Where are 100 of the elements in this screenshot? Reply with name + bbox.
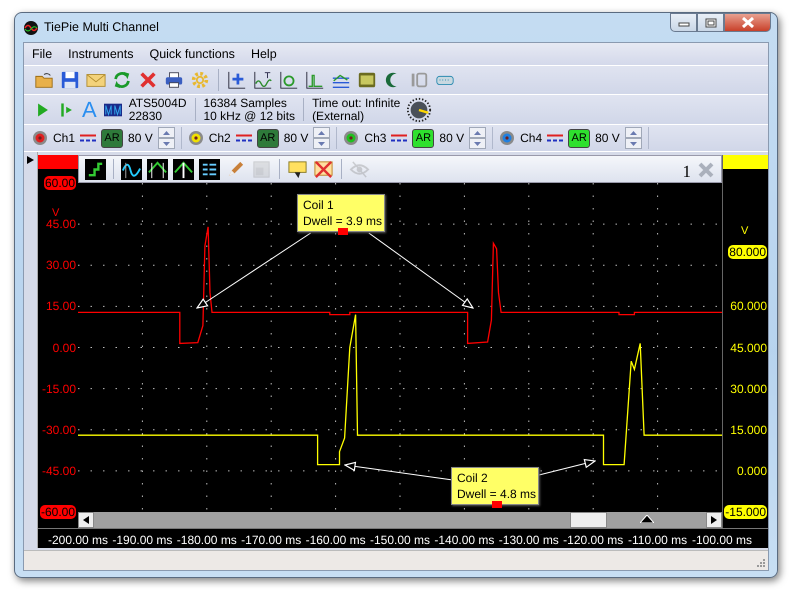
down-caret-icon bbox=[474, 142, 482, 146]
maximize-button[interactable] bbox=[697, 13, 724, 32]
range-value: 80 V bbox=[284, 130, 308, 147]
time-label: -150.00 ms bbox=[370, 532, 430, 549]
peak-icon[interactable] bbox=[173, 158, 194, 180]
printer-icon[interactable] bbox=[164, 70, 184, 90]
up-caret-icon bbox=[630, 130, 637, 134]
axis-unit: V bbox=[52, 206, 60, 220]
axis-label: -15.000 bbox=[724, 505, 767, 519]
spin-down-button[interactable] bbox=[469, 138, 486, 149]
axis-label: -45.00 bbox=[42, 464, 76, 478]
coupling-icon[interactable] bbox=[80, 133, 96, 143]
axis-label: 30.00 bbox=[46, 258, 76, 272]
instrument-name: ATS5004D bbox=[128, 96, 186, 110]
time-label: -180.00 ms bbox=[176, 532, 237, 549]
window-title: TiePie Multi Channel bbox=[44, 19, 159, 36]
axis-label: 15.000 bbox=[730, 422, 767, 437]
range-value: 80 V bbox=[128, 130, 153, 147]
menu-item[interactable]: Help bbox=[242, 44, 285, 64]
up-caret-icon bbox=[162, 130, 170, 134]
scroll-left-button[interactable] bbox=[78, 512, 94, 528]
channel-dot-icon[interactable] bbox=[188, 130, 204, 146]
time-label: -140.00 ms bbox=[434, 532, 494, 549]
callout-title: Coil 2 bbox=[457, 470, 489, 486]
app-logo-icon bbox=[23, 20, 39, 36]
knob-icon[interactable] bbox=[406, 96, 432, 122]
channel-dot-icon[interactable] bbox=[343, 130, 360, 146]
spin-down-button[interactable] bbox=[624, 138, 642, 149]
note-icon[interactable] bbox=[287, 158, 308, 180]
trigger-timeout: Time out: Infinite bbox=[312, 96, 400, 110]
time-label: -110.00 ms bbox=[628, 532, 688, 549]
down-caret-icon bbox=[318, 142, 326, 146]
left-arrow-icon bbox=[83, 516, 89, 524]
scrollbar[interactable] bbox=[78, 512, 722, 528]
coupling-icon[interactable] bbox=[236, 133, 252, 143]
range-value: 80 V bbox=[595, 130, 620, 147]
axis-label: 60.000 bbox=[730, 299, 767, 314]
save-icon[interactable] bbox=[60, 70, 80, 90]
menu-item[interactable]: Instruments bbox=[60, 44, 142, 64]
menu-item[interactable]: Quick functions bbox=[141, 44, 243, 64]
channel-label: Ch4 bbox=[520, 130, 542, 147]
scroll-right-button[interactable] bbox=[706, 512, 722, 528]
auto-range-button[interactable]: AR bbox=[101, 128, 124, 148]
auto-range-button[interactable]: AR bbox=[256, 128, 279, 148]
scroll-thumb[interactable] bbox=[570, 512, 607, 528]
axis-label: 80.000 bbox=[728, 244, 767, 258]
anchor-marker bbox=[338, 228, 348, 235]
cross-icon[interactable] bbox=[138, 70, 158, 90]
spin-up-button[interactable] bbox=[158, 127, 175, 138]
time-label: -130.00 ms bbox=[498, 532, 559, 549]
channel-label: Ch3 bbox=[364, 130, 386, 147]
step-icon[interactable] bbox=[85, 158, 106, 180]
time-label: -160.00 ms bbox=[306, 532, 366, 549]
callout-text: Dwell = 4.8 ms bbox=[457, 486, 533, 502]
axis-label: 0.000 bbox=[736, 464, 767, 478]
auto-range-button[interactable]: AR bbox=[568, 128, 590, 148]
window-number: 1 bbox=[682, 161, 691, 183]
trigger-marker-icon[interactable] bbox=[640, 515, 654, 523]
time-label: -100.00 ms bbox=[692, 532, 752, 549]
axis-label: 45.000 bbox=[730, 340, 767, 354]
axis-label: 30.000 bbox=[730, 382, 767, 396]
spin-up-button[interactable] bbox=[469, 127, 486, 138]
down-caret-icon bbox=[630, 142, 637, 146]
wave-graph-icon[interactable] bbox=[253, 70, 273, 90]
plus-icon[interactable] bbox=[227, 70, 247, 90]
table-icon[interactable] bbox=[199, 158, 220, 180]
pointer-icon[interactable] bbox=[27, 156, 34, 164]
wave-icon[interactable] bbox=[121, 158, 142, 180]
down-caret-icon bbox=[162, 142, 170, 146]
close-button[interactable] bbox=[724, 13, 771, 32]
record-length: 16384 Samples bbox=[204, 96, 288, 110]
channel-dot-icon[interactable] bbox=[32, 130, 48, 146]
coupling-icon[interactable] bbox=[547, 133, 564, 143]
right-arrow-icon bbox=[711, 516, 717, 524]
menu-item[interactable]: File bbox=[24, 44, 60, 64]
range-value: 80 V bbox=[439, 130, 464, 147]
spin-down-button[interactable] bbox=[313, 138, 330, 149]
coupling-icon[interactable] bbox=[391, 133, 408, 143]
maximize-icon[interactable] bbox=[704, 18, 716, 28]
axis-label: 0.00 bbox=[52, 340, 76, 354]
channel-dot-icon[interactable] bbox=[499, 130, 516, 146]
refresh-icon[interactable] bbox=[112, 70, 132, 90]
open-folder-icon[interactable] bbox=[34, 70, 54, 90]
minimize-button[interactable] bbox=[670, 13, 697, 32]
axis-unit: V bbox=[741, 224, 748, 239]
display-icon[interactable] bbox=[357, 70, 377, 90]
crossed-note-icon[interactable] bbox=[313, 158, 334, 180]
auto-range-button[interactable]: AR bbox=[412, 128, 434, 148]
spin-up-button[interactable] bbox=[313, 127, 330, 138]
signal-box-icon[interactable] bbox=[102, 100, 123, 118]
sample-rate: 10 kHz @ 12 bits bbox=[204, 110, 296, 122]
spin-up-button[interactable] bbox=[624, 127, 642, 138]
pointer-arrow bbox=[538, 458, 596, 476]
axis-label: 45.00 bbox=[46, 217, 76, 232]
spectrum-graph-icon[interactable] bbox=[305, 70, 325, 90]
resize-grip-icon[interactable] bbox=[756, 558, 766, 568]
up-caret-icon bbox=[474, 130, 482, 134]
circle-graph-icon[interactable] bbox=[279, 70, 299, 90]
peak-icon[interactable] bbox=[147, 158, 168, 180]
spin-down-button[interactable] bbox=[158, 138, 175, 149]
